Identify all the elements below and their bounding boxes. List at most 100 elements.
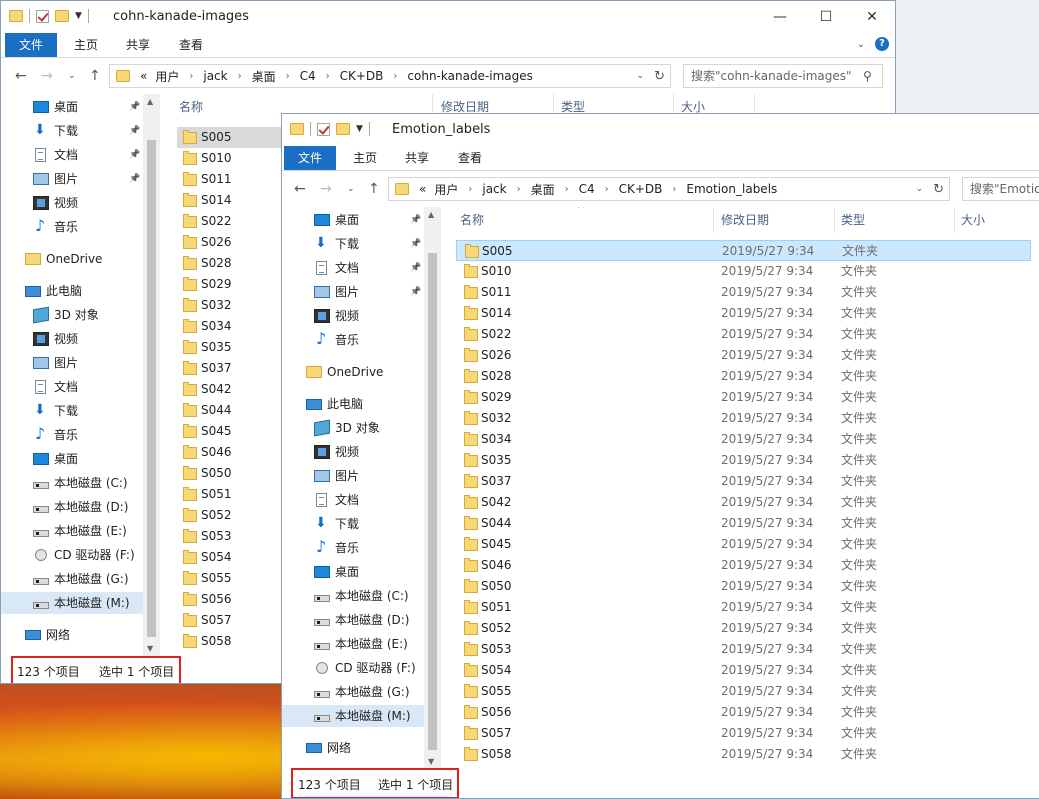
table-row[interactable]: S045 2019/5/27 9:34 文件夹	[456, 534, 1031, 555]
table-row[interactable]: S026 2019/5/27 9:34 文件夹	[456, 345, 1031, 366]
sidebar-item[interactable]: 此电脑	[1, 280, 143, 302]
properties-icon[interactable]	[317, 122, 330, 136]
nav-scrollbar[interactable]: ▲ ▼	[424, 207, 441, 769]
table-row[interactable]: S054 2019/5/27 9:34 文件夹	[456, 660, 1031, 681]
list-item[interactable]: S052	[177, 505, 287, 526]
sidebar-item[interactable]: 音乐	[1, 215, 143, 238]
refresh-icon[interactable]: ↻	[654, 69, 665, 84]
sidebar-item[interactable]: 图片 📌	[1, 168, 143, 190]
address-bar[interactable]: « 用户 › jack › 桌面 › C4 › CK+DB › cohn-kanade-i…	[109, 64, 671, 88]
sidebar-item[interactable]: 本地磁盘 (E:)	[282, 633, 424, 655]
table-row[interactable]: S055 2019/5/27 9:34 文件夹	[456, 681, 1031, 702]
sidebar-item[interactable]: 视频	[282, 441, 424, 463]
table-row[interactable]: S050 2019/5/27 9:34 文件夹	[456, 576, 1031, 597]
table-row[interactable]: S057 2019/5/27 9:34 文件夹	[456, 723, 1031, 744]
column-name[interactable]: 名称	[460, 207, 484, 233]
back-arrow-icon[interactable]: ←	[294, 181, 306, 197]
list-item[interactable]: S032	[177, 295, 287, 316]
table-row[interactable]: S042 2019/5/27 9:34 文件夹	[456, 492, 1031, 513]
sidebar-item[interactable]: 下载 📌	[282, 232, 424, 255]
sidebar-item[interactable]: 文档	[1, 376, 143, 398]
list-item[interactable]: S042	[177, 379, 287, 400]
up-arrow-icon[interactable]: ↑	[89, 68, 101, 84]
sidebar-item[interactable]: 本地磁盘 (C:)	[1, 472, 143, 494]
list-item[interactable]: S035	[177, 337, 287, 358]
table-row[interactable]: S056 2019/5/27 9:34 文件夹	[456, 702, 1031, 723]
properties-icon[interactable]	[36, 9, 49, 23]
forward-arrow-icon[interactable]: →	[41, 68, 53, 84]
tab-file[interactable]: 文件	[5, 33, 57, 57]
sidebar-item[interactable]: 3D 对象	[1, 304, 143, 326]
recent-dropdown-icon[interactable]: ⌄	[347, 184, 355, 194]
table-row[interactable]: S028 2019/5/27 9:34 文件夹	[456, 366, 1031, 387]
list-item[interactable]: S051	[177, 484, 287, 505]
breadcrumb-item[interactable]: 用户	[434, 181, 458, 198]
breadcrumb-item[interactable]: C4	[579, 182, 595, 196]
list-item[interactable]: S028	[177, 253, 287, 274]
address-dropdown-icon[interactable]: ⌄	[915, 184, 923, 194]
sidebar-item[interactable]: 本地磁盘 (M:)	[282, 705, 424, 727]
sidebar-item[interactable]: 桌面 📌	[282, 209, 424, 231]
sidebar-item[interactable]: 网络	[282, 737, 424, 759]
up-arrow-icon[interactable]: ↑	[368, 181, 380, 197]
table-row[interactable]: S037 2019/5/27 9:34 文件夹	[456, 471, 1031, 492]
table-row[interactable]: S011 2019/5/27 9:34 文件夹	[456, 282, 1031, 303]
scrollbar-thumb[interactable]	[147, 140, 156, 637]
sidebar-item[interactable]: 桌面	[1, 448, 143, 470]
breadcrumb-item[interactable]: jack	[482, 182, 506, 196]
sidebar-item[interactable]: 音乐	[282, 328, 424, 351]
tab-file[interactable]: 文件	[284, 146, 336, 170]
column-size[interactable]: 大小	[961, 207, 985, 233]
search-input[interactable]: 搜索"Emotion	[962, 177, 1039, 201]
sidebar-item[interactable]: 本地磁盘 (D:)	[282, 609, 424, 631]
tab-view[interactable]: 查看	[455, 146, 485, 170]
table-row[interactable]: S046 2019/5/27 9:34 文件夹	[456, 555, 1031, 576]
table-row[interactable]: S058 2019/5/27 9:34 文件夹	[456, 744, 1031, 765]
column-name[interactable]: 名称	[179, 94, 203, 120]
list-item[interactable]: S022	[177, 211, 287, 232]
sidebar-item[interactable]: 本地磁盘 (C:)	[282, 585, 424, 607]
nav-scrollbar[interactable]: ▲ ▼	[143, 94, 160, 656]
sidebar-item[interactable]: OneDrive	[282, 361, 424, 383]
recent-dropdown-icon[interactable]: ⌄	[68, 71, 76, 81]
table-row[interactable]: S022 2019/5/27 9:34 文件夹	[456, 324, 1031, 345]
breadcrumb-item[interactable]: jack	[203, 69, 227, 83]
quick-access-dropdown-icon[interactable]: ▼	[356, 124, 363, 134]
sidebar-item[interactable]: 图片 📌	[282, 281, 424, 303]
sidebar-item[interactable]: CD 驱动器 (F:)	[1, 544, 143, 566]
address-dropdown-icon[interactable]: ⌄	[636, 71, 644, 81]
table-row[interactable]: S034 2019/5/27 9:34 文件夹	[456, 429, 1031, 450]
list-item[interactable]: S034	[177, 316, 287, 337]
breadcrumb-item[interactable]: C4	[300, 69, 316, 83]
sidebar-item[interactable]: 视频	[1, 192, 143, 214]
sidebar-item[interactable]: 桌面 📌	[1, 96, 143, 118]
sidebar-item[interactable]: 网络	[1, 624, 143, 646]
sidebar-item[interactable]: OneDrive	[1, 248, 143, 270]
list-item[interactable]: S037	[177, 358, 287, 379]
sidebar-item[interactable]: 音乐	[282, 536, 424, 559]
sidebar-item[interactable]: 视频	[1, 328, 143, 350]
breadcrumb-item[interactable]: CK+DB	[340, 69, 384, 83]
list-item[interactable]: S058	[177, 631, 287, 652]
sidebar-item[interactable]: 本地磁盘 (G:)	[282, 681, 424, 703]
sidebar-item[interactable]: 音乐	[1, 423, 143, 446]
table-row[interactable]: S014 2019/5/27 9:34 文件夹	[456, 303, 1031, 324]
column-date[interactable]: 修改日期	[721, 207, 769, 233]
breadcrumb-item[interactable]: CK+DB	[619, 182, 663, 196]
sidebar-item[interactable]: 桌面	[282, 561, 424, 583]
sidebar-item[interactable]: 文档 📌	[1, 144, 143, 166]
list-item[interactable]: S056	[177, 589, 287, 610]
close-button[interactable]: ✕	[849, 1, 895, 33]
sidebar-item[interactable]: 下载	[282, 512, 424, 535]
sidebar-item[interactable]: 下载	[1, 399, 143, 422]
table-row[interactable]: S035 2019/5/27 9:34 文件夹	[456, 450, 1031, 471]
tab-view[interactable]: 查看	[176, 33, 206, 57]
sidebar-item[interactable]: 本地磁盘 (E:)	[1, 520, 143, 542]
tab-home[interactable]: 主页	[71, 33, 101, 57]
tab-share[interactable]: 共享	[402, 146, 432, 170]
list-item[interactable]: S046	[177, 442, 287, 463]
list-item[interactable]: S055	[177, 568, 287, 589]
list-item[interactable]: S045	[177, 421, 287, 442]
list-item[interactable]: S005	[177, 127, 287, 148]
minimize-button[interactable]: —	[757, 1, 803, 33]
